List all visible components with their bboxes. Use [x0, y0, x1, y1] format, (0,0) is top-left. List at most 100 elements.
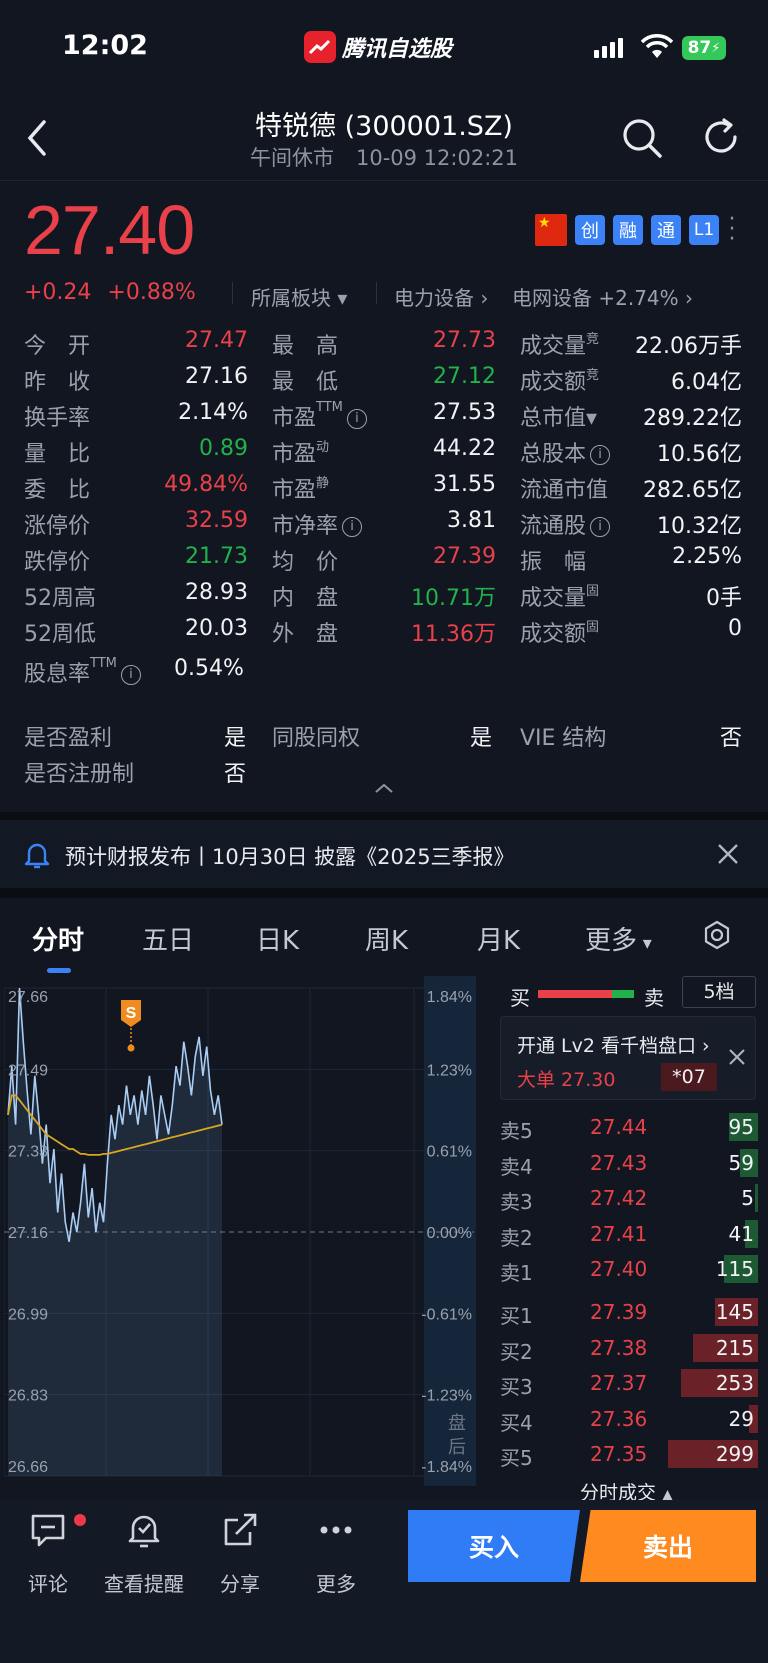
quote-value: 0 — [728, 616, 742, 641]
tag-rong[interactable]: 融 — [613, 215, 643, 245]
quote-label[interactable]: 总股本 i — [520, 436, 611, 468]
orderbook-label: 卖3 — [500, 1190, 533, 1214]
y-axis-left-label: 27.66 — [8, 989, 48, 1006]
nav-bar: 特锐德 (300001.SZ) 午间休市 10-09 12:02:21 — [0, 100, 768, 180]
divider — [232, 282, 233, 304]
quote-value: 282.65亿 — [643, 478, 742, 503]
ask-row[interactable]: 卖2 27.41 41 — [500, 1217, 758, 1251]
info-icon[interactable]: i — [342, 517, 363, 537]
y-axis-right-label: -0.61% — [421, 1306, 472, 1323]
y-axis-left-label: 27.33 — [8, 1144, 48, 1161]
tag-chuang[interactable]: 创 — [575, 215, 605, 245]
quote-label[interactable]: 流通股 i — [520, 508, 611, 540]
app-name: 腾讯自选股 — [342, 37, 453, 62]
sector-dropdown[interactable]: 所属板块 ▾ — [251, 282, 347, 311]
quote-value: 21.73 — [185, 544, 248, 569]
big-order-badge: *07 — [661, 1063, 717, 1091]
y-axis-right-label: 1.23% — [427, 1062, 472, 1079]
share-button[interactable]: 分享 — [200, 1510, 280, 1596]
vie-label: VIE 结构 — [520, 726, 607, 751]
quote-label: 换手率 — [24, 406, 91, 431]
quote-label: 内 盘 — [272, 586, 339, 611]
ask-row[interactable]: 卖5 27.44 95 — [500, 1110, 758, 1144]
quote-label: 成交量固 — [520, 584, 600, 611]
change-percent: +0.88% — [107, 280, 196, 305]
depth-selector[interactable]: 5档 — [682, 976, 756, 1008]
y-axis-left-label: 27.49 — [8, 1062, 48, 1079]
orderbook-price: 27.39 — [590, 1300, 648, 1324]
quote-value: 20.03 — [185, 616, 248, 641]
tab-intraday[interactable]: 分时 — [32, 920, 84, 957]
quote-value: 27.12 — [433, 364, 496, 389]
quote-label: 今 开 — [24, 334, 91, 359]
comment-button[interactable]: 评论 — [8, 1510, 88, 1596]
sell-ratio-bar — [612, 990, 634, 998]
registration-value: 否 — [224, 762, 247, 787]
alert-button[interactable]: 查看提醒 — [104, 1510, 184, 1596]
y-axis-left-label: 27.16 — [8, 1225, 48, 1242]
tag-tong[interactable]: 通 — [651, 215, 681, 245]
buy-button[interactable]: 买入 — [408, 1510, 580, 1582]
quote-label: 总市值▾ — [520, 406, 598, 431]
quote-label: 最 低 — [272, 370, 339, 395]
ask-row[interactable]: 卖3 27.42 5 — [500, 1181, 758, 1215]
dividend-label: 股息率TTMi — [24, 656, 141, 688]
quote-value: 22.06万手 — [635, 334, 742, 359]
orderbook-label: 卖5 — [500, 1119, 533, 1143]
info-icon[interactable]: i — [346, 409, 367, 429]
bell-check-icon — [128, 1515, 160, 1548]
quote-label: 最 高 — [272, 334, 339, 359]
quote-value: 32.59 — [185, 508, 248, 533]
ask-row[interactable]: 卖1 27.40 115 — [500, 1252, 758, 1286]
tab-weekly-k[interactable]: 周K — [365, 920, 408, 957]
tab-five-day[interactable]: 五日 — [142, 920, 194, 957]
quote-label[interactable]: 市净率 i — [272, 508, 363, 540]
app-indicator: 腾讯自选股 — [304, 31, 452, 63]
quote-label: 成交额竞 — [520, 368, 600, 395]
bid-row[interactable]: 买4 27.36 29 — [500, 1402, 758, 1436]
bid-row[interactable]: 买3 27.37 253 — [500, 1366, 758, 1400]
profit-label: 是否盈利 — [24, 726, 113, 751]
bid-row[interactable]: 买1 27.39 145 — [500, 1295, 758, 1329]
info-icon[interactable]: i — [590, 517, 611, 537]
sell-button[interactable]: 卖出 — [580, 1510, 756, 1582]
close-icon[interactable] — [716, 842, 740, 866]
buy-label: 买 — [510, 986, 530, 1010]
y-axis-right-label: 0.61% — [427, 1144, 472, 1161]
search-icon[interactable] — [620, 116, 664, 160]
close-icon[interactable] — [727, 1047, 747, 1067]
divider — [0, 812, 768, 820]
orderbook-header: 买 卖 5档 — [498, 976, 758, 1010]
orderbook-vol: 29 — [728, 1406, 754, 1431]
bid-row[interactable]: 买5 27.35 299 — [500, 1437, 758, 1471]
bid-row[interactable]: 买2 27.38 215 — [500, 1331, 758, 1365]
more-button[interactable]: 更多 — [296, 1510, 376, 1596]
ask-row[interactable]: 卖4 27.43 59 — [500, 1146, 758, 1180]
share-icon — [224, 1513, 257, 1546]
last-price: 27.40 — [24, 191, 195, 269]
intraday-chart[interactable]: S 27.66 1.84% 27.49 1.23% 27.33 0.61% 27.16 0.00… — [4, 976, 484, 1496]
tag-l1[interactable]: L1 — [689, 215, 719, 245]
refresh-icon[interactable] — [700, 116, 742, 158]
settings-icon[interactable] — [702, 920, 732, 950]
y-axis-right-label: 0.00% — [427, 1225, 472, 1242]
orderbook-label: 买1 — [500, 1304, 533, 1328]
lv2-promo[interactable]: 开通 Lv2 看千档盘口 › 大单 27.30 *07 — [500, 1016, 756, 1100]
more-tags-icon[interactable]: · · · — [727, 209, 737, 251]
quote-label: 52周低 — [24, 622, 96, 647]
same-rights-label: 同股同权 — [272, 726, 361, 751]
quote-value: 6.04亿 — [671, 370, 742, 395]
sector-link-1[interactable]: 电力设备 › — [394, 282, 488, 311]
collapse-chevron-icon[interactable] — [374, 782, 394, 794]
tab-monthly-k[interactable]: 月K — [477, 920, 520, 957]
battery-indicator: 87 ⚡ — [682, 36, 726, 60]
volume-bar — [755, 1184, 758, 1212]
y-axis-left-label: 26.99 — [8, 1306, 48, 1323]
sector-link-2[interactable]: 电网设备 +2.74% › — [512, 282, 693, 311]
info-icon[interactable]: i — [590, 445, 611, 465]
earnings-notice[interactable]: 预计财报发布丨10月30日 披露《2025三季报》 — [0, 820, 768, 888]
quote-label[interactable]: 市盈TTMi — [272, 400, 367, 432]
tab-daily-k[interactable]: 日K — [256, 920, 299, 957]
tab-more[interactable]: 更多 ▾ — [585, 920, 652, 957]
clock: 12:02 — [62, 30, 148, 61]
